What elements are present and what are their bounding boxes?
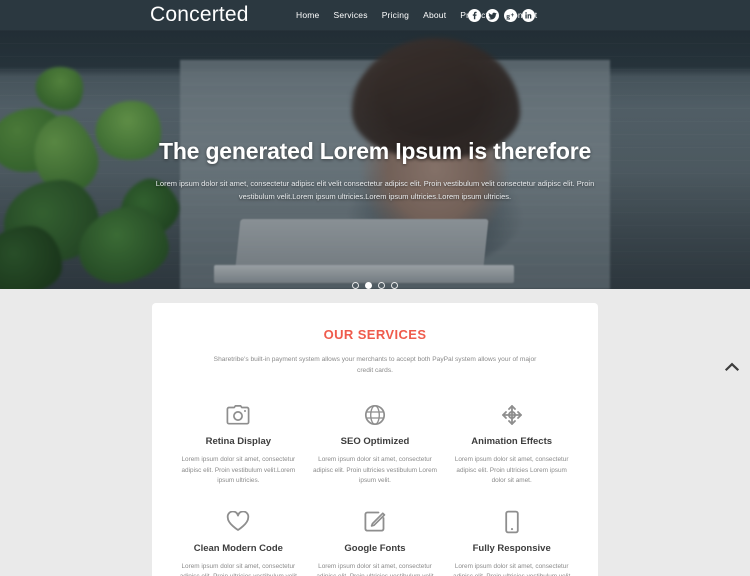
service-title: Google Fonts <box>344 542 406 554</box>
service-item-google-fonts[interactable]: Google Fonts Lorem ipsum dolor sit amet,… <box>311 509 440 576</box>
service-item-seo-optimized[interactable]: SEO Optimized Lorem ipsum dolor sit amet… <box>311 402 440 487</box>
service-item-animation-effects[interactable]: Animation Effects Lorem ipsum dolor sit … <box>447 402 576 487</box>
service-description: Lorem ipsum dolor sit amet, consectetur … <box>180 562 297 576</box>
services-heading: OUR SERVICES <box>323 327 427 342</box>
service-title: SEO Optimized <box>340 436 410 447</box>
mobile-phone-icon <box>447 509 576 535</box>
nav-item-pricing[interactable]: Pricing <box>382 11 409 20</box>
hero-content: The generated Lorem Ipsum is therefore L… <box>0 138 750 203</box>
facebook-icon[interactable] <box>468 8 481 22</box>
services-grid: Retina Display Lorem ipsum dolor sit ame… <box>174 402 576 576</box>
carousel-dot-3[interactable] <box>378 282 385 289</box>
service-title: Retina Display <box>205 436 272 447</box>
service-description: Lorem ipsum dolor sit amet, consectetur … <box>181 456 296 484</box>
services-section: OUR SERVICES Sharetribe's built-in payme… <box>0 289 750 576</box>
linkedin-icon[interactable] <box>522 8 535 22</box>
hero-title: The generated Lorem Ipsum is therefore <box>158 138 592 164</box>
service-title: Fully Responsive <box>472 542 551 554</box>
social-links: g + <box>468 0 535 30</box>
service-item-retina-display[interactable]: Retina Display Lorem ipsum dolor sit ame… <box>174 402 303 487</box>
top-navbar: Concerted Home Services Pricing About Pr… <box>0 0 750 30</box>
scroll-to-top-button[interactable] <box>722 357 742 377</box>
svg-text:g: g <box>506 11 510 20</box>
nav-item-about[interactable]: About <box>423 11 446 20</box>
google-plus-icon[interactable]: g + <box>504 8 517 22</box>
hero-banner: The generated Lorem Ipsum is therefore L… <box>0 30 750 289</box>
chevron-up-icon <box>725 362 739 372</box>
service-item-fully-responsive[interactable]: Fully Responsive Lorem ipsum dolor sit a… <box>447 509 576 576</box>
edit-square-icon <box>311 509 440 535</box>
camera-icon <box>174 402 303 428</box>
svg-text:+: + <box>511 13 515 19</box>
service-description: Lorem ipsum dolor sit amet, consectetur … <box>453 562 570 576</box>
twitter-icon[interactable] <box>486 8 499 22</box>
site-logo[interactable]: Concerted <box>150 1 249 29</box>
services-subheading: Sharetribe's built-in payment system all… <box>213 356 537 374</box>
carousel-indicators <box>0 282 750 289</box>
service-description: Lorem ipsum dolor sit amet, consectetur … <box>316 562 433 576</box>
carousel-dot-1[interactable] <box>352 282 359 289</box>
service-title: Clean Modern Code <box>193 542 283 554</box>
service-item-clean-modern-code[interactable]: Clean Modern Code Lorem ipsum dolor sit … <box>174 509 303 576</box>
hero-subtitle: Lorem ipsum dolor sit amet, consectetur … <box>155 179 595 201</box>
service-description: Lorem ipsum dolor sit amet, consectetur … <box>313 456 437 484</box>
move-arrows-icon <box>447 402 576 428</box>
globe-icon <box>311 402 440 428</box>
carousel-dot-4[interactable] <box>391 282 398 289</box>
service-description: Lorem ipsum dolor sit amet, consectetur … <box>454 456 569 484</box>
nav-item-services[interactable]: Services <box>333 11 367 20</box>
services-card: OUR SERVICES Sharetribe's built-in payme… <box>152 303 598 576</box>
nav-item-home[interactable]: Home <box>296 11 319 20</box>
service-title: Animation Effects <box>471 436 553 447</box>
carousel-dot-2[interactable] <box>365 282 372 289</box>
heart-icon <box>174 509 303 535</box>
